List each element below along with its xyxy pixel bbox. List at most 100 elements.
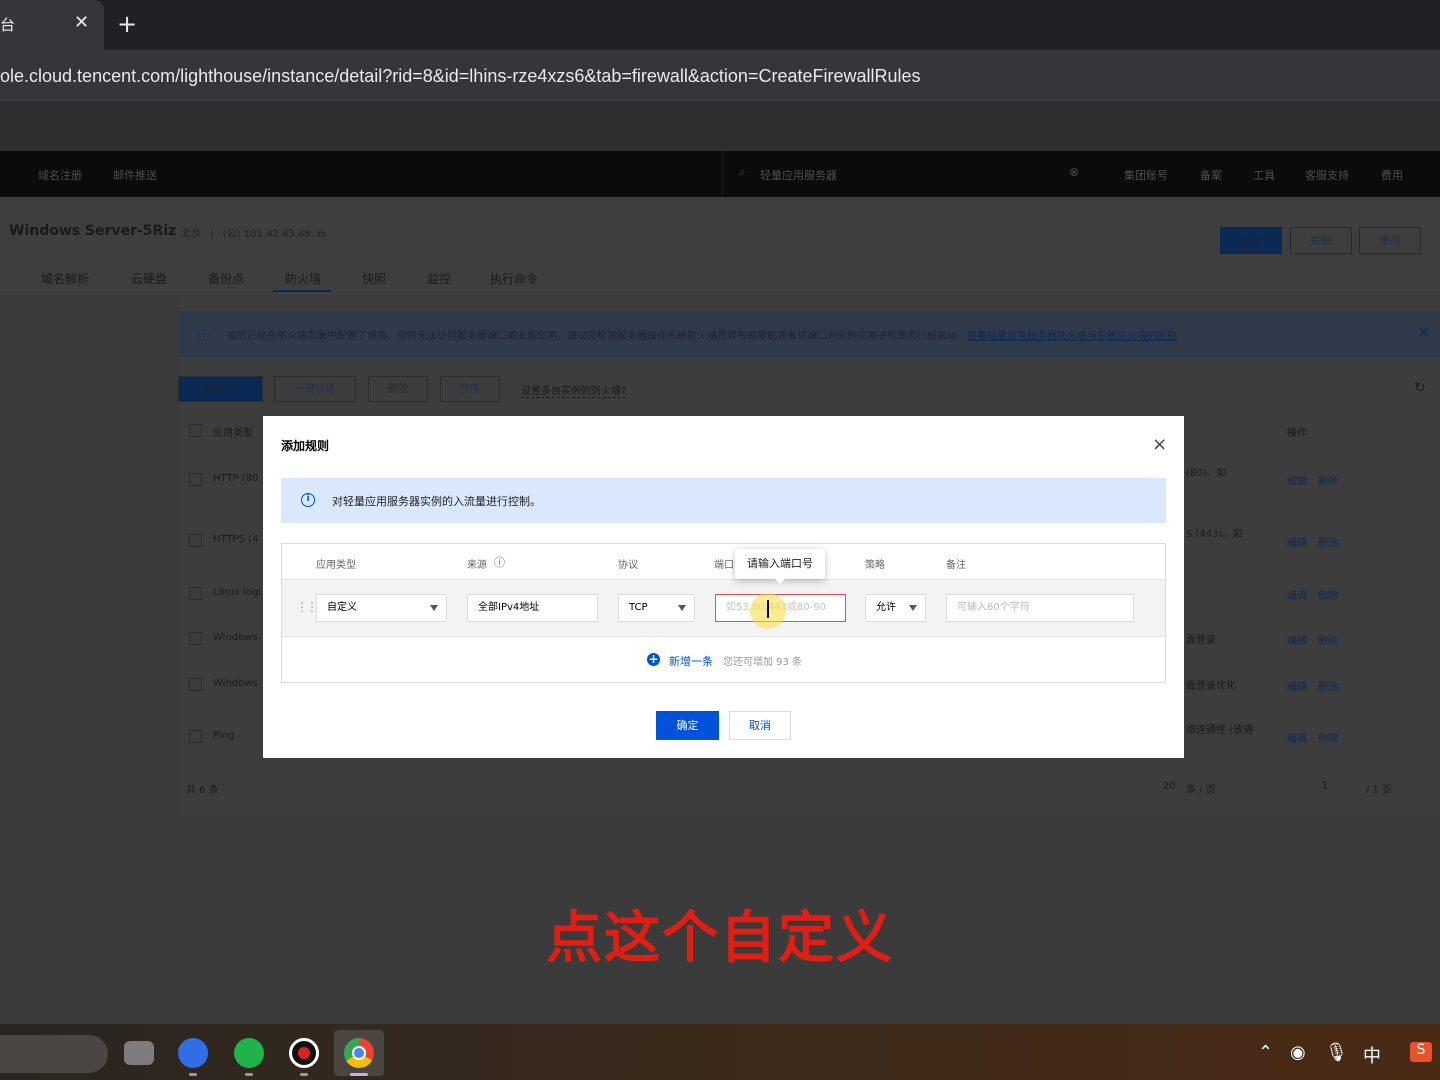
row-checkbox[interactable] [189,473,202,486]
row-checkbox[interactable] [189,632,202,645]
sort-button[interactable]: 排序 [440,376,500,402]
col-source: 来源 [467,560,487,571]
add-row-area: + 新增一条 您还可增加 93 条 [282,637,1165,683]
add-row-hint: 您还可增加 93 条 [723,657,803,668]
tab-snapshot[interactable]: 快照 [362,270,386,287]
page-size-select[interactable]: 20 [1163,781,1176,792]
chevron-up-icon[interactable]: ⌃ [1258,1042,1273,1063]
delete-link[interactable]: 删除 [1318,534,1338,549]
login-button[interactable]: 登录 [1220,227,1282,254]
bg-header-op: 操作 [1287,428,1307,439]
protocol-select[interactable]: TCP [618,594,695,622]
instance-meta: 北京 | (公) 101.42.43.48 ⧉ [181,229,325,240]
restart-button[interactable]: 重启 [1359,227,1421,254]
qq-icon[interactable]: ◉ [1290,1042,1306,1063]
clear-search-icon[interactable]: ⊗ [1069,165,1079,179]
tab-disk[interactable]: 云硬盘 [131,270,167,287]
edit-link[interactable]: 编辑 [1287,632,1307,647]
nav-support[interactable]: 客服支持 [1305,167,1349,183]
tab-command[interactable]: 执行命令 [490,270,538,287]
refresh-icon[interactable]: ↻ [1414,380,1426,396]
page-input[interactable]: 1 [1322,781,1328,792]
info-icon: i [301,493,315,507]
row-checkbox[interactable] [189,534,202,547]
edit-link[interactable]: 编辑 [1287,730,1307,745]
row-remark: 络连通性 (放通 [1186,725,1254,736]
dialog-info-text: 对轻量应用服务器实例的入流量进行控制。 [332,495,541,508]
chrome-icon[interactable] [344,1038,374,1068]
delete-button[interactable]: 删除 [368,376,428,402]
remark-input[interactable]: 可输入60个字符 [946,594,1134,622]
nav-tools[interactable]: 工具 [1253,167,1275,183]
tab-monitor[interactable]: 监控 [427,270,451,287]
app-type-select[interactable]: 自定义 [316,594,447,622]
col-policy: 策略 [865,560,885,571]
cancel-button[interactable]: 取消 [729,711,791,740]
tab-dns[interactable]: 域名解析 [41,270,89,287]
edit-link[interactable]: 编辑 [1287,534,1307,549]
help-icon[interactable]: ⓘ [494,554,505,570]
console-search[interactable]: ⌕ 轻量应用服务器 ⊗ [722,151,1092,197]
taskbar [0,1024,1440,1080]
row-checkbox[interactable] [189,730,202,743]
drag-handle-icon[interactable]: ⋮⋮ [296,600,318,614]
nav-mail[interactable]: 邮件推送 [113,167,157,183]
edit-link[interactable]: 编辑 [1287,473,1307,488]
add-rule-button[interactable]: 添加规则 [178,376,263,402]
url-text[interactable]: ole.cloud.tencent.com/lighthouse/instanc… [0,66,921,87]
close-dialog-icon[interactable]: × [1152,436,1167,454]
nav-domain[interactable]: 域名注册 [38,167,82,183]
multi-instance-link[interactable]: 设置多台实例的防火墙? [521,382,627,398]
tab-firewall[interactable]: 防火墙 [285,270,321,287]
ime-indicator[interactable]: 中 [1363,1042,1381,1068]
rule-row: ⋮⋮ 自定义 全部IPv4地址 TCP 如53,80,443或80-90 允许 … [282,580,1165,637]
task-view-icon[interactable] [124,1041,154,1065]
bookmarks-bar [0,100,1440,151]
plus-circle-icon[interactable]: + [647,653,660,666]
notice-link[interactable]: 查看轻量应用服务器防火墙与系统防火墙的区别 [967,331,1177,342]
nav-billing[interactable]: 费用 [1381,167,1403,183]
delete-link[interactable]: 删除 [1318,632,1338,647]
policy-select[interactable]: 允许 [865,594,926,622]
confirm-button[interactable]: 确定 [656,711,719,740]
taskbar-search[interactable] [0,1035,108,1073]
close-tab-icon[interactable]: ✕ [74,12,89,33]
wechat-icon[interactable] [234,1038,264,1068]
nav-beian[interactable]: 备案 [1200,167,1222,183]
copy-icon[interactable]: ⧉ [318,229,325,240]
delete-link[interactable]: 删除 [1318,730,1338,745]
port-tooltip: 请输入端口号 [735,549,825,584]
row-checkbox[interactable] [189,587,202,600]
select-all-checkbox[interactable] [189,424,202,437]
info-icon: ⓘ [198,329,211,343]
close-notice-icon[interactable]: ✕ [1418,325,1430,341]
delete-link[interactable]: 删除 [1318,587,1338,602]
source-input[interactable]: 全部IPv4地址 [467,594,598,622]
record-icon[interactable] [289,1038,319,1068]
new-tab-button[interactable]: + [117,10,137,38]
row-app: Windows [213,678,258,689]
add-row-link[interactable]: 新增一条 [669,653,713,669]
bg-header-app: 应用类型 [213,428,253,439]
browser-app-icon[interactable] [178,1038,208,1068]
row-remark: (80)。如 [1186,468,1227,479]
instruction-caption: 点这个自定义 [546,906,894,971]
rule-table-header: 应用类型 来源 ⓘ 协议 端口 策略 备注 [282,544,1165,580]
chevron-down-icon [678,605,686,611]
tab-backup[interactable]: 备份点 [208,270,244,287]
edit-link[interactable]: 编辑 [1287,678,1307,693]
edit-link[interactable]: 编辑 [1287,587,1307,602]
row-app: Windows [213,632,258,643]
row-checkbox[interactable] [189,678,202,691]
row-app: HTTP (80 [213,473,259,484]
delete-link[interactable]: 删除 [1318,473,1338,488]
add-rule-dialog: 添加规则 × i 对轻量应用服务器实例的入流量进行控制。 应用类型 来源 ⓘ 协… [263,416,1184,758]
sogou-icon[interactable]: S [1410,1042,1432,1062]
one-click-button[interactable]: 一键放通 [274,376,356,402]
delete-link[interactable]: 删除 [1318,678,1338,693]
browser-tab[interactable]: 台 ✕ [0,0,104,50]
shutdown-button[interactable]: 关机 [1290,227,1352,254]
nav-group-account[interactable]: 集团账号 [1124,167,1168,183]
browser-tabstrip [0,0,1440,50]
microphone-icon[interactable]: 🎙 [1325,1042,1348,1063]
